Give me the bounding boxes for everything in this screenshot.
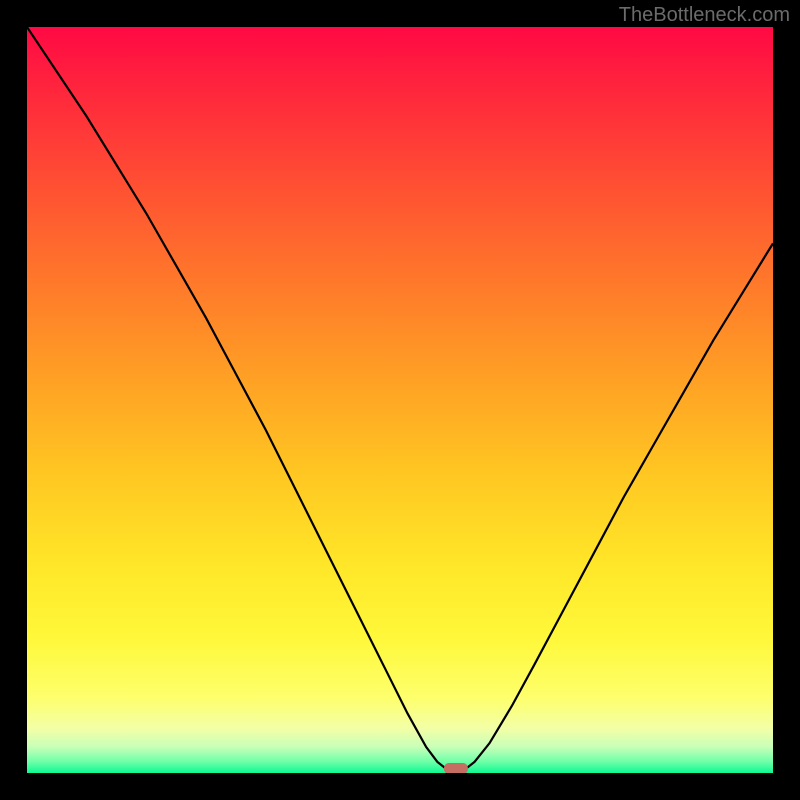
gradient-background [27,27,773,773]
optimal-marker [444,763,468,773]
bottleneck-chart [27,27,773,773]
plot-area [27,27,773,773]
watermark-text: TheBottleneck.com [619,4,790,27]
chart-container: TheBottleneck.com [0,0,800,800]
